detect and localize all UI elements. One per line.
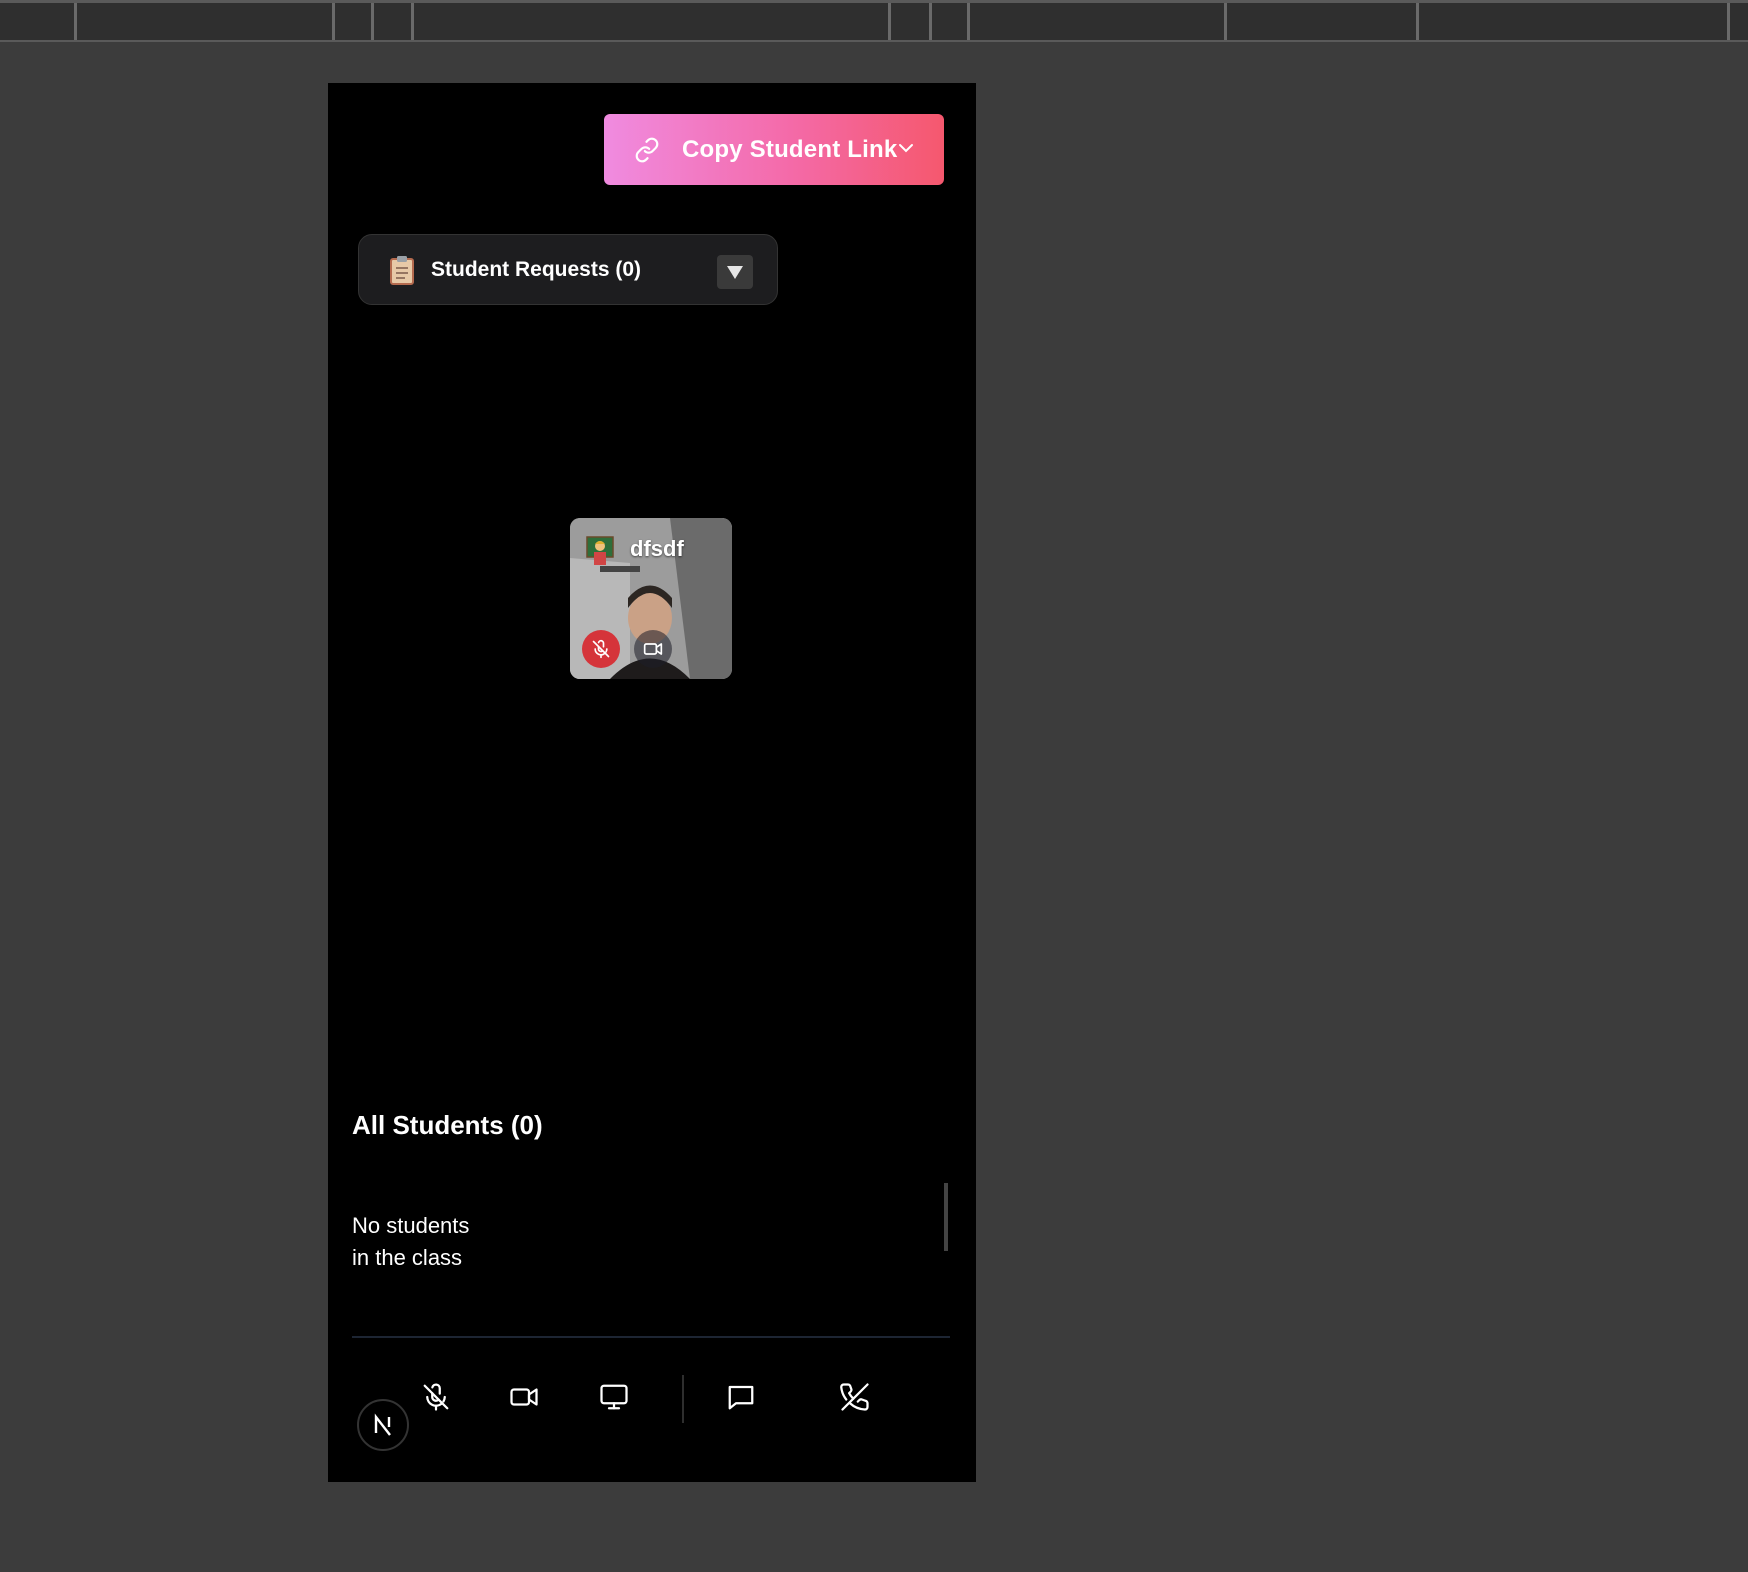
app-frame: Copy Student Link Student Requests (0) d… bbox=[328, 83, 976, 1482]
participant-name: dfsdf bbox=[630, 536, 684, 561]
chat-button[interactable] bbox=[717, 1373, 765, 1421]
ruler-tick bbox=[371, 3, 374, 40]
monitor-icon bbox=[598, 1382, 630, 1412]
call-controls bbox=[328, 1373, 976, 1433]
mic-off-indicator[interactable] bbox=[582, 630, 620, 668]
copy-student-link-button[interactable]: Copy Student Link bbox=[604, 114, 944, 185]
video-icon bbox=[508, 1382, 540, 1412]
link-icon bbox=[634, 137, 660, 163]
students-scrollbar[interactable] bbox=[944, 1183, 948, 1251]
clipboard-icon bbox=[389, 255, 415, 285]
triangle-down-icon[interactable] bbox=[717, 255, 753, 289]
participant-video-tile[interactable]: dfsdf bbox=[570, 518, 732, 679]
controls-divider bbox=[352, 1336, 950, 1338]
ruler-tick bbox=[888, 3, 891, 40]
camera-indicator-icon[interactable] bbox=[634, 630, 672, 668]
top-ruler bbox=[0, 0, 1748, 42]
screen-share-button[interactable] bbox=[590, 1373, 638, 1421]
ruler-tick bbox=[1416, 3, 1419, 40]
ruler-tick bbox=[1727, 3, 1730, 40]
end-call-button[interactable] bbox=[831, 1373, 879, 1421]
student-requests-label: Student Requests (0) bbox=[431, 257, 642, 281]
teacher-emoji-icon bbox=[586, 536, 614, 566]
ruler-tick bbox=[411, 3, 414, 40]
nextjs-badge[interactable] bbox=[357, 1399, 409, 1451]
mute-mic-button[interactable] bbox=[412, 1373, 460, 1421]
phone-off-icon bbox=[839, 1382, 871, 1412]
ruler-tick bbox=[967, 3, 970, 40]
all-students-title: All Students (0) bbox=[352, 1110, 543, 1140]
no-students-text: No students in the class bbox=[352, 1213, 470, 1270]
student-requests-panel[interactable]: Student Requests (0) bbox=[358, 234, 778, 305]
copy-student-link-label: Copy Student Link bbox=[682, 135, 898, 163]
ruler-tick bbox=[332, 3, 335, 40]
n-logo-icon bbox=[374, 1413, 391, 1436]
controls-separator bbox=[682, 1375, 684, 1423]
camera-button[interactable] bbox=[500, 1373, 548, 1421]
ruler-tick bbox=[1224, 3, 1227, 40]
ruler-tick bbox=[74, 3, 77, 40]
chevron-down-icon[interactable] bbox=[894, 136, 918, 160]
ruler-tick bbox=[929, 3, 932, 40]
chat-icon bbox=[725, 1382, 757, 1412]
mic-off-icon bbox=[421, 1382, 451, 1412]
